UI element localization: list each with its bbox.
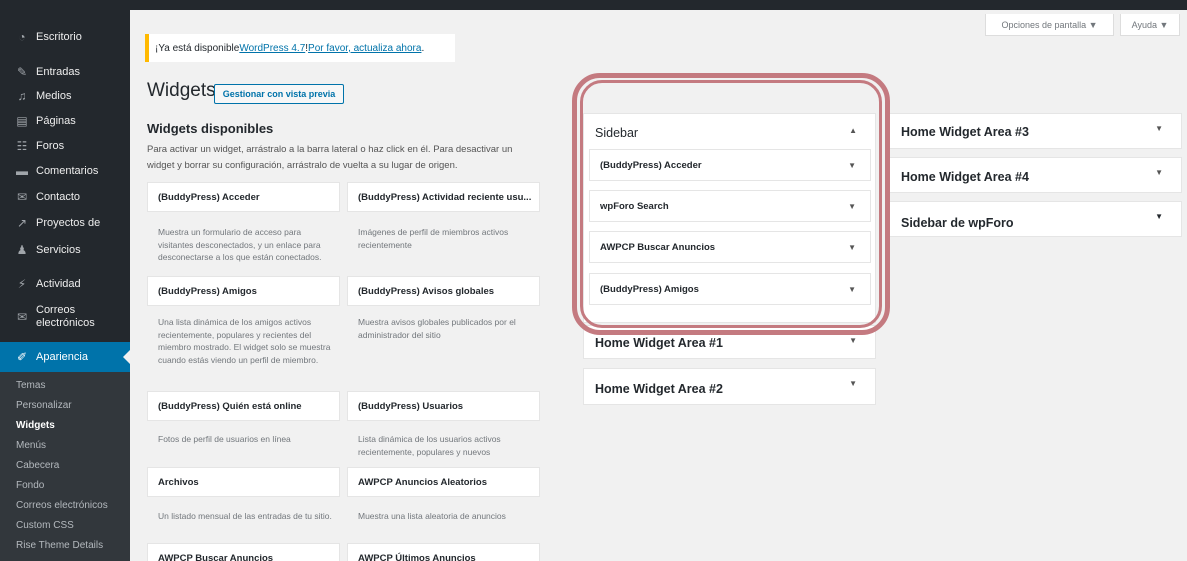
- admin-sidebar: ◔ Escritorio ✎ Entradas ♫ Medios ▤ Págin…: [0, 0, 130, 561]
- comment-icon: ▬: [16, 164, 28, 178]
- widget-description: Muestra un formulario de acceso para vis…: [158, 227, 322, 262]
- widget-tile[interactable]: (BuddyPress) Quién está online: [147, 391, 340, 421]
- widget-description: Una lista dinámica de los amigos activos…: [158, 317, 331, 365]
- menu-item-correos[interactable]: ✉ Correos electrónicos: [0, 304, 130, 330]
- submenu-fondo[interactable]: Fondo: [16, 480, 44, 491]
- widget-tile[interactable]: AWPCP Últimos Anuncios: [347, 543, 540, 561]
- page-title: Widgets: [147, 80, 216, 101]
- submenu-widgets[interactable]: Widgets: [16, 420, 55, 431]
- menu-item-contacto[interactable]: ✉ Contacto: [0, 190, 130, 204]
- menu-item-paginas[interactable]: ▤ Páginas: [0, 114, 130, 128]
- users-icon: ♟: [16, 243, 28, 257]
- widget-tile[interactable]: (BuddyPress) Avisos globales: [347, 276, 540, 306]
- admin-bar: [0, 0, 1187, 10]
- expand-arrow-icon[interactable]: ▼: [1155, 168, 1163, 177]
- menu-item-comentarios[interactable]: ▬ Comentarios: [0, 164, 130, 178]
- widget-tile[interactable]: (BuddyPress) Actividad reciente usu...: [347, 182, 540, 212]
- submenu-custom-css[interactable]: Custom CSS: [16, 520, 74, 531]
- mail-icon: ✉: [16, 190, 28, 204]
- widget-description: Fotos de perfil de usuarios en línea: [158, 434, 291, 444]
- home-widget-area-2[interactable]: Home Widget Area #2 ▼: [583, 368, 876, 405]
- submenu-temas[interactable]: Temas: [16, 380, 45, 391]
- page-icon: ▤: [16, 114, 28, 128]
- dashboard-icon: ◔: [18, 30, 26, 44]
- submenu-personalizar[interactable]: Personalizar: [16, 400, 72, 411]
- annotation-highlight-inner: [580, 80, 882, 328]
- menu-item-foros[interactable]: ☷ Foros: [0, 139, 130, 153]
- widget-tile[interactable]: (BuddyPress) Acceder: [147, 182, 340, 212]
- widget-tile[interactable]: AWPCP Buscar Anuncios: [147, 543, 340, 561]
- submenu-correos[interactable]: Correos electrónicos: [16, 500, 108, 511]
- appearance-submenu: Temas Personalizar Widgets Menús Cabecer…: [0, 372, 130, 561]
- menu-item-servicios[interactable]: ♟ Servicios: [0, 243, 130, 257]
- widget-description: Imágenes de perfil de miembros activos r…: [358, 227, 509, 250]
- widget-tile[interactable]: (BuddyPress) Usuarios: [347, 391, 540, 421]
- mail-icon: ✉: [16, 310, 28, 324]
- expand-arrow-icon[interactable]: ▼: [1155, 212, 1163, 221]
- screen-options-button[interactable]: Opciones de pantalla ▼: [985, 14, 1114, 36]
- help-button[interactable]: Ayuda ▼: [1120, 14, 1180, 36]
- manage-preview-button[interactable]: Gestionar con vista previa: [214, 84, 344, 104]
- menu-item-proyectos[interactable]: ↗ Proyectos de: [0, 216, 130, 230]
- widget-tile[interactable]: (BuddyPress) Amigos: [147, 276, 340, 306]
- wordpress-version-link[interactable]: WordPress 4.7: [239, 43, 305, 54]
- submenu-menus[interactable]: Menús: [16, 440, 46, 451]
- home-widget-area-4[interactable]: Home Widget Area #4 ▼: [889, 157, 1182, 193]
- activity-icon: ⚡: [17, 277, 27, 291]
- pin-icon: ✎: [16, 65, 28, 79]
- menu-item-medios[interactable]: ♫ Medios: [0, 89, 130, 103]
- submenu-cabecera[interactable]: Cabecera: [16, 460, 59, 471]
- widget-description: Muestra una lista aleatoria de anuncios: [358, 511, 506, 521]
- forum-icon: ☷: [16, 139, 28, 153]
- widget-description: Lista dinámica de los usuarios activos r…: [358, 434, 501, 457]
- widget-tile[interactable]: Archivos: [147, 467, 340, 497]
- menu-item-apariencia[interactable]: ✐ Apariencia: [0, 342, 130, 372]
- expand-arrow-icon[interactable]: ▼: [849, 379, 857, 388]
- widget-tile[interactable]: AWPCP Anuncios Aleatorios: [347, 467, 540, 497]
- widget-description: Un listado mensual de las entradas de tu…: [158, 511, 332, 521]
- submenu-rise-theme[interactable]: Rise Theme Details: [16, 540, 103, 551]
- widget-description: Muestra avisos globales publicados por e…: [358, 317, 516, 340]
- menu-item-escritorio[interactable]: ◔ Escritorio: [0, 30, 130, 44]
- menu-item-entradas[interactable]: ✎ Entradas: [0, 65, 130, 79]
- expand-arrow-icon[interactable]: ▼: [1155, 124, 1163, 133]
- brush-icon: ✐: [16, 350, 28, 364]
- media-icon: ♫: [17, 89, 27, 103]
- expand-arrow-icon[interactable]: ▼: [849, 336, 857, 345]
- home-widget-area-3[interactable]: Home Widget Area #3 ▼: [889, 113, 1182, 149]
- chart-icon: ↗: [16, 216, 28, 230]
- available-widgets-title: Widgets disponibles: [147, 121, 274, 136]
- available-widgets-description: Para activar un widget, arrástralo a la …: [147, 144, 513, 171]
- menu-item-actividad[interactable]: ⚡ Actividad: [0, 277, 130, 291]
- update-now-link[interactable]: Por favor, actualiza ahora: [308, 43, 421, 54]
- update-notice: ¡Ya está disponible WordPress 4.7! Por f…: [145, 34, 455, 62]
- sidebar-de-wpforo[interactable]: Sidebar de wpForo ▼: [889, 201, 1182, 237]
